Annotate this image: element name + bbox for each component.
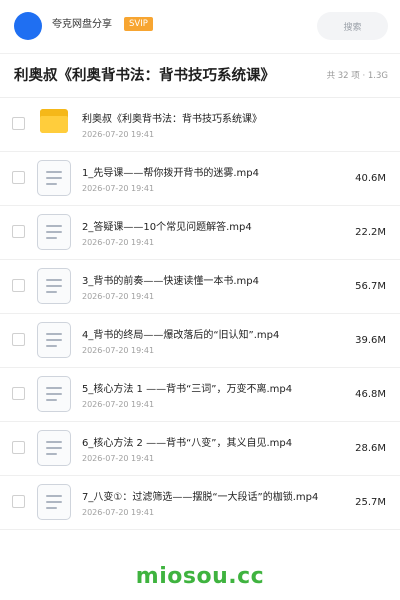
list-item[interactable]: 5_核心方法 1 ——背书“三词”，万变不离.mp4 2026-07-20 19… bbox=[0, 368, 400, 422]
app-header: 夸克网盘分享 SVIP 搜索 bbox=[0, 0, 400, 54]
document-icon bbox=[37, 376, 71, 412]
file-name: 2_答疑课——10个常见问题解答.mp4 bbox=[82, 222, 252, 233]
file-list: 利奥叔《利奥背书法：背书技巧系统课》 2026-07-20 19:41 1_先导… bbox=[0, 98, 400, 530]
file-date: 2026-07-20 19:41 bbox=[82, 454, 155, 463]
search-input[interactable]: 搜索 bbox=[317, 12, 388, 40]
select-checkbox[interactable] bbox=[12, 387, 25, 400]
file-date: 2026-07-20 19:41 bbox=[82, 292, 155, 301]
svip-badge: SVIP bbox=[124, 17, 153, 31]
file-name: 5_核心方法 1 ——背书“三词”，万变不离.mp4 bbox=[82, 384, 293, 395]
select-checkbox[interactable] bbox=[12, 441, 25, 454]
file-size: 56.7M bbox=[355, 281, 386, 292]
app-name: 夸克网盘分享 bbox=[52, 19, 112, 30]
document-icon bbox=[37, 160, 71, 196]
file-date: 2026-07-20 19:41 bbox=[82, 346, 155, 355]
file-name: 6_核心方法 2 ——背书“八变”，其义自见.mp4 bbox=[82, 438, 293, 449]
document-icon bbox=[37, 484, 71, 520]
list-item[interactable]: 2_答疑课——10个常见问题解答.mp4 2026-07-20 19:41 22… bbox=[0, 206, 400, 260]
file-name: 1_先导课——帮你拨开背书的迷雾.mp4 bbox=[82, 168, 259, 179]
watermark: miosou.cc bbox=[135, 564, 265, 589]
select-checkbox[interactable] bbox=[12, 225, 25, 238]
file-date: 2026-07-20 19:41 bbox=[82, 130, 155, 139]
file-size: 39.6M bbox=[355, 335, 386, 346]
file-date: 2026-07-20 19:41 bbox=[82, 400, 155, 409]
document-icon bbox=[37, 322, 71, 358]
file-size: 22.2M bbox=[355, 227, 386, 238]
file-size: 40.6M bbox=[355, 173, 386, 184]
file-name: 4_背书的终局——爆改落后的“旧认知”.mp4 bbox=[82, 330, 280, 341]
file-name: 利奥叔《利奥背书法：背书技巧系统课》 bbox=[82, 114, 262, 125]
folder-icon bbox=[40, 109, 68, 133]
list-item[interactable]: 3_背书的前奏——快速读懂一本书.mp4 2026-07-20 19:41 56… bbox=[0, 260, 400, 314]
document-icon bbox=[37, 268, 71, 304]
select-checkbox[interactable] bbox=[12, 171, 25, 184]
avatar[interactable] bbox=[14, 12, 42, 40]
share-meta: 共 32 项 · 1.3G bbox=[326, 71, 388, 81]
file-size: 46.8M bbox=[355, 389, 386, 400]
file-date: 2026-07-20 19:41 bbox=[82, 184, 155, 193]
select-checkbox[interactable] bbox=[12, 333, 25, 346]
list-item[interactable]: 6_核心方法 2 ——背书“八变”，其义自见.mp4 2026-07-20 19… bbox=[0, 422, 400, 476]
file-name: 3_背书的前奏——快速读懂一本书.mp4 bbox=[82, 276, 259, 287]
select-checkbox[interactable] bbox=[12, 117, 25, 130]
file-date: 2026-07-20 19:41 bbox=[82, 238, 155, 247]
file-name: 7_八变①：过滤筛选——摆脱“一大段话”的枷锁.mp4 bbox=[82, 492, 319, 503]
page-title: 利奥叔《利奥背书法：背书技巧系统课》 bbox=[14, 68, 275, 84]
list-item[interactable]: 1_先导课——帮你拨开背书的迷雾.mp4 2026-07-20 19:41 40… bbox=[0, 152, 400, 206]
select-checkbox[interactable] bbox=[12, 495, 25, 508]
file-size: 25.7M bbox=[355, 497, 386, 508]
share-title-bar: 利奥叔《利奥背书法：背书技巧系统课》 共 32 项 · 1.3G bbox=[0, 54, 400, 98]
document-icon bbox=[37, 430, 71, 466]
list-item[interactable]: 4_背书的终局——爆改落后的“旧认知”.mp4 2026-07-20 19:41… bbox=[0, 314, 400, 368]
list-item[interactable]: 利奥叔《利奥背书法：背书技巧系统课》 2026-07-20 19:41 bbox=[0, 98, 400, 152]
file-date: 2026-07-20 19:41 bbox=[82, 508, 155, 517]
document-icon bbox=[37, 214, 71, 250]
file-size: 28.6M bbox=[355, 443, 386, 454]
list-item[interactable]: 7_八变①：过滤筛选——摆脱“一大段话”的枷锁.mp4 2026-07-20 1… bbox=[0, 476, 400, 530]
select-checkbox[interactable] bbox=[12, 279, 25, 292]
